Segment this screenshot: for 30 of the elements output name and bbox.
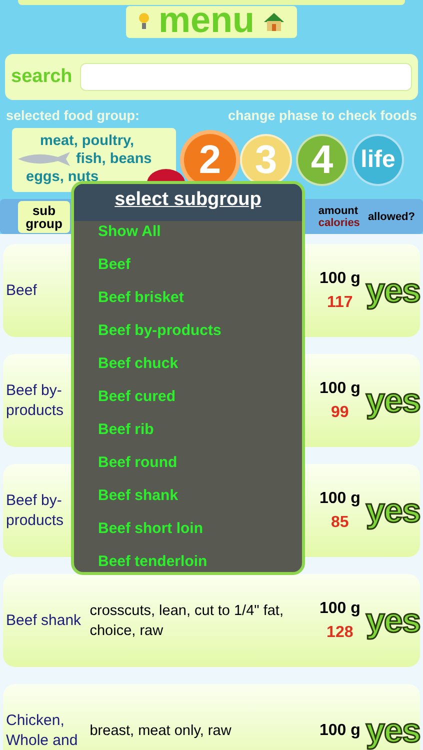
allowed-cell: yes (366, 714, 420, 748)
calories-cell-text: 99 (331, 402, 349, 423)
calories-column-header: calories (318, 216, 360, 229)
amount-cell-text: 100 g (319, 598, 360, 619)
allowed-cell: yes (366, 274, 420, 308)
food-group-line: fish, beans (76, 150, 152, 168)
food-cell-text: breast, meat only, raw (88, 722, 232, 741)
amount-cell-text: 100 g (319, 268, 360, 289)
allowed-cell: yes (366, 494, 420, 528)
subgroup-cell-text: Chicken, Whole and (5, 710, 79, 750)
amount-cell-text: 100 g (319, 720, 360, 741)
food-group-line: eggs, nuts (25, 168, 100, 186)
calories-cell-text: 128 (326, 622, 354, 643)
allowed-cell: yes (366, 604, 420, 638)
food-group-heading: selected food group: (6, 107, 140, 125)
allowed-cell: yes (366, 384, 420, 418)
subgroup-cell-text: Beef shank (5, 610, 82, 631)
subgroup-cell-text: Beef by-products (5, 380, 65, 421)
calories-cell-text: 117 (327, 292, 353, 313)
phase-heading: change phase to check foods (228, 107, 417, 125)
amount-column-header: amount (318, 204, 360, 217)
subgroup-cell-text: Beef by-products (5, 490, 65, 531)
allowed-column-header: allowed? (368, 210, 415, 224)
amount-cell-text: 100 g (319, 488, 360, 509)
calories-cell-text: 85 (331, 512, 349, 533)
food-cell-text: crosscuts, lean, cut to 1/4" fat, choice, raw (88, 602, 284, 641)
search-label: search (11, 64, 72, 89)
amount-cell-text: 100 g (319, 378, 360, 399)
subgroup-cell-text: Beef (5, 280, 38, 301)
food-group-line: meat, poultry, (39, 132, 135, 150)
